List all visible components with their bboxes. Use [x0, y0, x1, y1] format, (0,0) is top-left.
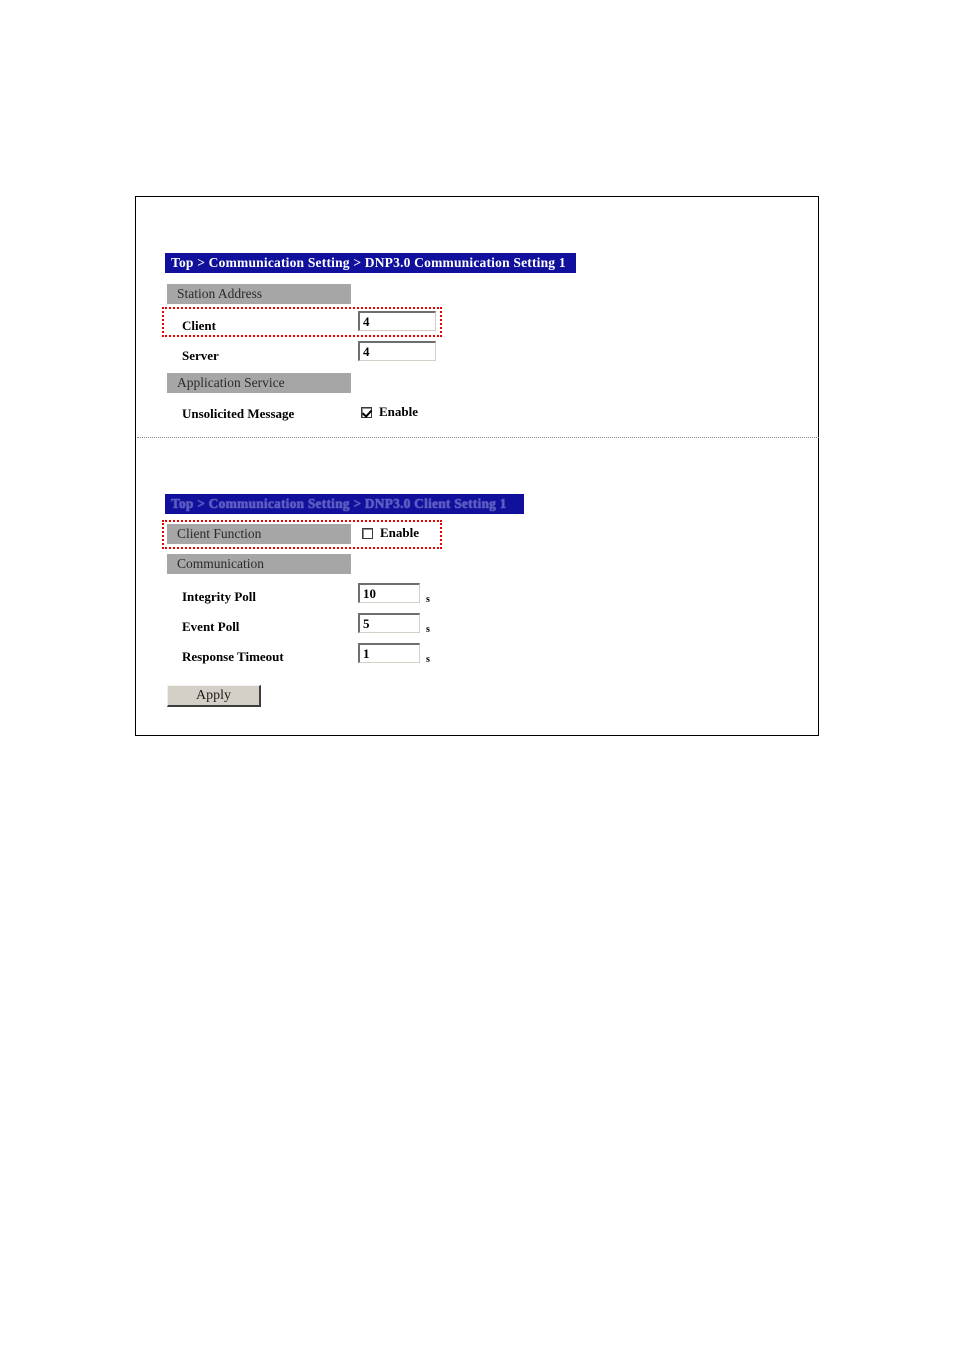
label-integrity-poll: Integrity Poll	[182, 589, 257, 604]
unit-integrity-poll: s	[426, 594, 430, 605]
document-page-frame: Top > Communication Setting > DNP3.0 Com…	[135, 196, 819, 736]
checkbox-checked-icon[interactable]	[361, 406, 372, 418]
input-response-timeout[interactable]: 1	[358, 643, 420, 663]
checkbox-client-function-enable[interactable]: Enable	[362, 526, 419, 540]
label-server: Server	[182, 348, 219, 363]
input-integrity-poll[interactable]: 10	[358, 583, 420, 603]
section-header-client-function: Client Function	[167, 524, 351, 544]
apply-button[interactable]: Apply	[167, 685, 261, 707]
checkbox-label-enable: Enable	[380, 525, 420, 540]
label-unsolicited-message: Unsolicited Message	[182, 406, 295, 421]
section-header-communication: Communication	[167, 554, 351, 574]
unit-event-poll: s	[426, 624, 430, 635]
unit-response-timeout: s	[426, 654, 430, 665]
input-event-poll[interactable]: 5	[358, 613, 420, 633]
dnp3-communication-setting-panel: Top > Communication Setting > DNP3.0 Com…	[136, 197, 818, 437]
label-response-timeout: Response Timeout	[182, 649, 284, 664]
dnp3-client-setting-panel: Top > Communication Setting > DNP3.0 Cli…	[136, 438, 818, 736]
label-client: Client	[182, 318, 216, 333]
checkbox-label-enable: Enable	[379, 404, 419, 419]
section-header-station-address: Station Address	[167, 284, 351, 304]
breadcrumb-dnp3-communication-setting: Top > Communication Setting > DNP3.0 Com…	[165, 253, 576, 273]
checkbox-unsolicited-message-enable[interactable]: Enable	[361, 405, 418, 419]
section-header-application-service: Application Service	[167, 373, 351, 393]
input-client-address[interactable]: 4	[358, 311, 436, 331]
breadcrumb-dnp3-client-setting: Top > Communication Setting > DNP3.0 Cli…	[165, 494, 524, 514]
input-server-address[interactable]: 4	[358, 341, 436, 361]
checkbox-unchecked-icon[interactable]	[362, 527, 373, 539]
label-event-poll: Event Poll	[182, 619, 240, 634]
